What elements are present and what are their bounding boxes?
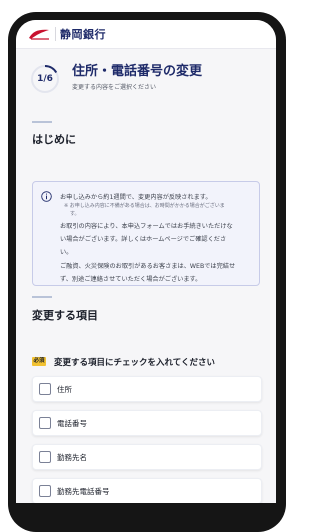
info-note-line: ※ お申し込み内容に不備がある場合は、お時間がかかる場合がございま	[64, 203, 225, 209]
option-employer-phone[interactable]: 勤務先電話番号	[32, 478, 262, 503]
bank-logo-icon	[29, 29, 49, 40]
instruction-label: 変更する項目にチェックを入れてください	[54, 358, 215, 368]
info-text-line: い。	[60, 249, 73, 256]
page-subtitle: 変更する内容をご選択ください	[72, 84, 157, 91]
info-text-line: ず、別途ご連絡させていただく場合がございます。	[60, 276, 202, 283]
bank-name: 静岡銀行	[60, 28, 106, 41]
progress-step-label: 1/6	[37, 74, 53, 84]
option-employer-name[interactable]: 勤務先名	[32, 444, 262, 470]
checkbox[interactable]	[39, 451, 51, 463]
intro-heading: はじめに	[32, 133, 76, 146]
option-label: 電話番号	[57, 419, 87, 428]
info-text-line: お取引の内容により、本申込フォームではお手続きいただけな	[60, 223, 233, 230]
section-divider	[32, 121, 52, 123]
section-divider	[32, 296, 52, 298]
info-text-line: お申し込みから約1週間で、変更内容が反映されます。	[60, 194, 212, 201]
option-label: 住所	[57, 385, 72, 394]
checkbox[interactable]	[39, 383, 51, 395]
checkbox[interactable]	[39, 417, 51, 429]
checkbox[interactable]	[39, 485, 51, 497]
info-text-line: ご融資、火災保険のお取引があるお客さまは、WEBでは完結せ	[60, 263, 236, 270]
info-box: お申し込みから約1週間で、変更内容が反映されます。 ※ お申し込み内容に不備があ…	[32, 181, 260, 286]
option-address[interactable]: 住所	[32, 376, 262, 402]
page-title: 住所・電話番号の変更	[72, 64, 203, 79]
app-screen: 静岡銀行 1/6 住所・電話番号の変更 変更する内容をご選択ください はじめに …	[16, 20, 276, 503]
page-heading: 1/6 住所・電話番号の変更 変更する内容をご選択ください	[16, 48, 276, 104]
change-items-heading: 変更する項目	[32, 309, 98, 322]
info-note-line: す。	[70, 211, 80, 217]
option-phone[interactable]: 電話番号	[32, 410, 262, 436]
info-icon	[41, 191, 52, 202]
option-label: 勤務先名	[57, 453, 87, 462]
required-instruction: 必須 変更する項目にチェックを入れてください	[32, 356, 262, 368]
logo-divider	[55, 27, 56, 41]
device-frame: 静岡銀行 1/6 住所・電話番号の変更 変更する内容をご選択ください はじめに …	[0, 0, 294, 532]
info-text-line: い場合がございます。詳しくはホームページでご確認くださ	[60, 236, 227, 243]
option-label: 勤務先電話番号	[57, 487, 110, 496]
required-badge: 必須	[32, 357, 46, 366]
app-header: 静岡銀行	[16, 20, 276, 49]
